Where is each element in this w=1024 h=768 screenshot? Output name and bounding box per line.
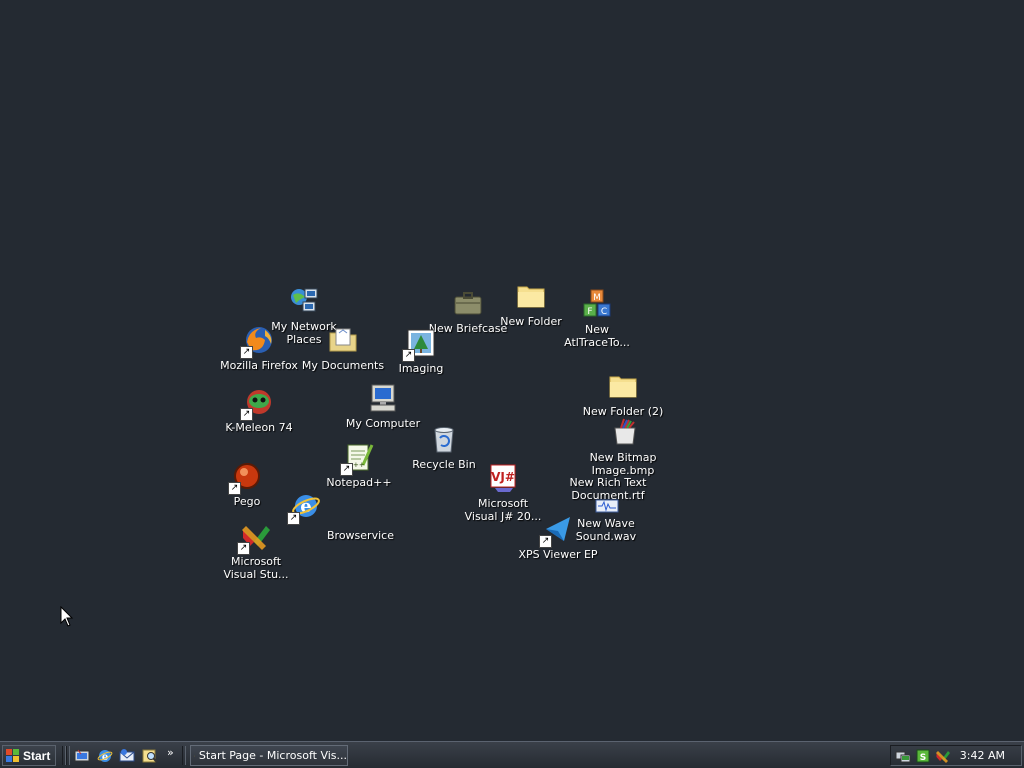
desktop-icon-new-atltraceto[interactable]: MFC New AtlTraceTo... (552, 287, 642, 349)
desktop-icon-label: New AtlTraceTo... (564, 323, 630, 349)
desktop-icon-label: Notepad++ (326, 476, 392, 489)
visual-studio-icon (194, 755, 195, 756)
folder-icon (514, 279, 548, 313)
desktop-icon-new-bitmap[interactable]: New Bitmap Image.bmp (578, 415, 668, 477)
firefox-icon: ↗ (240, 323, 276, 359)
briefcase-icon (451, 286, 485, 320)
desktop-icon-label: Mozilla Firefox (220, 359, 298, 372)
xps-icon: ↗ (539, 512, 575, 548)
show-desktop-icon[interactable] (73, 747, 90, 764)
system-tray: S 3:42 AM (890, 745, 1022, 766)
ie-icon: e ↗ (287, 489, 323, 525)
desktop-icon-k-meleon[interactable]: ↗ K-Meleon 74 (214, 385, 304, 434)
shortcut-arrow-icon: ↗ (402, 349, 415, 362)
security-tray-icon[interactable]: S (915, 748, 931, 764)
ie-icon[interactable]: e (96, 747, 113, 764)
desktop-icon-label: Pego (233, 495, 261, 508)
visual-studio-tray-icon[interactable] (935, 748, 951, 764)
desktop-icon-imaging[interactable]: ↗ Imaging (376, 326, 466, 375)
pego-icon: ↗ (228, 459, 264, 495)
desktop-icon-notepad-plus-plus[interactable]: ++ ↗ Notepad++ (314, 440, 404, 489)
desktop-icon-mozilla-firefox[interactable]: ↗ Mozilla Firefox (214, 323, 304, 372)
mouse-cursor-icon (60, 606, 74, 627)
visual-studio-icon: ↗ (237, 519, 273, 555)
taskbar: Start e » Start Page - Microsoft Vis... … (0, 741, 1024, 768)
desktop-icon-xps-viewer[interactable]: ↗ XPS Viewer EP (513, 512, 603, 561)
desktop-icon-label: Browservice (327, 529, 394, 542)
outlook-icon[interactable] (118, 747, 135, 764)
desktop[interactable]: My Network Places ↗ Mozilla Firefox My D… (0, 0, 1024, 741)
svg-text:S: S (920, 753, 926, 763)
svg-text:++: ++ (353, 461, 365, 469)
desktop-icon-label: K-Meleon 74 (225, 421, 293, 434)
desktop-icon-label: XPS Viewer EP (518, 548, 598, 561)
svg-text:F: F (587, 307, 592, 317)
network-tray-icon[interactable] (895, 748, 911, 764)
desktop-icon-label: My Documents (301, 359, 385, 372)
desktop-icon-my-documents[interactable]: My Documents (298, 323, 388, 372)
bitmap-icon (606, 415, 640, 449)
visual-j-icon: VJ# (486, 461, 520, 495)
imaging-icon: ↗ (402, 326, 438, 362)
desktop-icon-label: Imaging (398, 362, 444, 375)
notepad-icon: ++ ↗ (340, 440, 376, 476)
shortcut-arrow-icon: ↗ (237, 542, 250, 555)
folder-icon (606, 369, 640, 403)
shortcut-arrow-icon: ↗ (539, 535, 552, 548)
k-meleon-icon: ↗ (240, 385, 276, 421)
svg-text:C: C (601, 307, 607, 317)
blocks-icon: MFC (580, 287, 614, 321)
desktop-icon-new-folder-2[interactable]: New Folder (2) (578, 369, 668, 418)
desktop-icon-label: Microsoft Visual Stu... (223, 555, 289, 581)
shortcut-arrow-icon: ↗ (340, 463, 353, 476)
taskbar-separator (66, 746, 70, 765)
svg-text:VJ#: VJ# (491, 470, 515, 484)
documents-folder-icon (326, 323, 360, 357)
shortcut-arrow-icon: ↗ (240, 408, 253, 421)
network-icon (287, 284, 321, 318)
svg-text:M: M (593, 293, 601, 303)
shortcut-arrow-icon: ↗ (240, 346, 253, 359)
recycle-bin-icon (427, 422, 461, 456)
windows-logo-icon (6, 748, 19, 762)
task-button-visual-studio[interactable]: Start Page - Microsoft Vis... (190, 745, 348, 766)
shortcut-arrow-icon: ↗ (228, 482, 241, 495)
start-label: Start (23, 748, 51, 763)
task-button-label: Start Page - Microsoft Vis... (198, 749, 347, 762)
clock[interactable]: 3:42 AM (960, 749, 1005, 762)
computer-icon (366, 381, 400, 415)
desktop-icon-microsoft-visual-studio[interactable]: ↗ Microsoft Visual Stu... (211, 519, 301, 581)
search-icon[interactable] (141, 747, 158, 764)
taskbar-separator (182, 746, 186, 765)
start-button[interactable]: Start (2, 745, 56, 766)
quick-launch-more-button[interactable]: » (167, 746, 174, 759)
desktop-icon-browservice[interactable]: e ↗ Browservice (261, 489, 394, 542)
